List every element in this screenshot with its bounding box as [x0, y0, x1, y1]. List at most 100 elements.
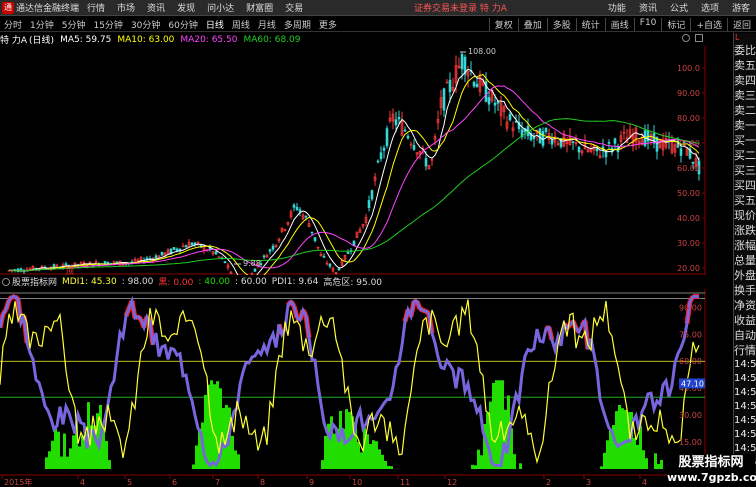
menu-function[interactable]: 功能: [608, 1, 626, 14]
menu-guest[interactable]: 游客: [732, 1, 750, 14]
period-60min[interactable]: 60分钟: [164, 18, 201, 31]
panel-row-2: 卖四: [734, 74, 756, 87]
tool-stats[interactable]: 统计: [575, 17, 605, 31]
ma20-value: MA20: 65.50: [180, 34, 238, 45]
period-intraday[interactable]: 分时: [0, 18, 26, 31]
green-fill-bar: [387, 465, 390, 469]
candle-body: [175, 248, 179, 251]
menu-ask[interactable]: 问小达: [207, 1, 234, 14]
candle-body: [472, 81, 476, 87]
danger-zone-value: 高危区: 95.00: [323, 278, 383, 288]
green-fill-bar: [495, 380, 498, 469]
menu-quotes[interactable]: 行情: [87, 1, 105, 14]
ma60-value: MA60: 68.09: [243, 34, 301, 45]
green-fill-bar: [384, 460, 387, 469]
green-fill-bar: [519, 463, 522, 469]
menu-news[interactable]: 资讯: [147, 1, 165, 14]
candle-body: [406, 135, 410, 139]
candle-body: [532, 136, 536, 139]
candle-body: [193, 242, 197, 245]
period-daily[interactable]: 日线: [202, 18, 228, 31]
indicator-settings-icon[interactable]: [2, 277, 10, 286]
green-fill-bar: [54, 427, 57, 469]
tick-time-3: 14:50: [734, 401, 756, 412]
panel-row-13: 涨幅: [734, 239, 756, 252]
candle-body: [367, 200, 371, 209]
login-notice[interactable]: 证券交易未登录 特 力A: [414, 1, 507, 14]
candle-body: [346, 251, 350, 254]
green-fill-bar: [369, 444, 372, 469]
green-fill-bar: [63, 433, 66, 469]
tool-multi-stock[interactable]: 多股: [546, 17, 576, 31]
green-fill-bar: [57, 431, 60, 469]
green-fill-bar: [234, 450, 237, 469]
panel-row-1: 卖五: [734, 59, 756, 72]
candle-body: [382, 147, 386, 151]
menu-discover[interactable]: 发现: [177, 1, 195, 14]
period-30min[interactable]: 30分钟: [127, 18, 164, 31]
green-fill-bar: [360, 452, 363, 469]
tool-adjust[interactable]: 复权: [488, 17, 518, 31]
tick-time-0: 14:50: [734, 359, 756, 370]
period-1min[interactable]: 1分钟: [26, 18, 58, 31]
period-multi[interactable]: 多周期: [280, 18, 315, 31]
menu-info[interactable]: 资讯: [639, 1, 657, 14]
date-tick: 2015年: [4, 477, 32, 487]
date-tick: 10: [352, 478, 362, 487]
date-tick: 5: [127, 478, 132, 487]
green-fill-bar: [333, 433, 336, 469]
candle-body: [64, 263, 68, 265]
tool-f10[interactable]: F10: [633, 17, 662, 31]
panel-row-8: 买三: [734, 164, 756, 177]
period-5min[interactable]: 5分钟: [58, 18, 90, 31]
tool-draw[interactable]: 画线: [604, 17, 634, 31]
green-fill-bar: [51, 440, 54, 469]
candlestick-chart[interactable]: 100.0 90.00 80.00 70.00 60.00 50.00 40.00 30.00…: [0, 46, 733, 275]
candle-body: [487, 97, 491, 105]
candle-body: [379, 152, 383, 160]
panel-row-0: 委比: [734, 44, 756, 57]
tool-mark[interactable]: 标记: [661, 17, 690, 31]
tool-overlay[interactable]: 叠加: [517, 17, 547, 31]
candle-body: [295, 206, 299, 210]
period-15min[interactable]: 15分钟: [89, 18, 126, 31]
candle-body: [160, 251, 164, 256]
green-fill-bar: [618, 404, 621, 469]
tick-time-1: 14:50: [734, 373, 756, 384]
indicator-tick: 60.00: [679, 357, 702, 366]
panel-row-14: 总量: [734, 254, 756, 267]
green-fill-bar: [657, 463, 660, 469]
green-fill-bar: [642, 450, 645, 469]
green-fill-bar: [654, 453, 657, 469]
period-monthly[interactable]: 月线: [254, 18, 280, 31]
high-price-label: 108.00: [468, 47, 496, 56]
green-fill-bar: [480, 455, 483, 469]
tool-back[interactable]: 返回: [726, 17, 756, 31]
candle-body: [397, 116, 401, 120]
period-more[interactable]: 更多: [315, 18, 341, 31]
green-fill-bar: [321, 460, 324, 469]
panel-row-9: 买四: [734, 179, 756, 192]
menu-formula[interactable]: 公式: [670, 1, 688, 14]
green-fill-bar: [621, 408, 624, 469]
candle-body: [313, 237, 317, 241]
period-weekly[interactable]: 周线: [228, 18, 254, 31]
candle-body: [370, 190, 374, 200]
settings-icon[interactable]: [682, 34, 690, 42]
menu-wealth[interactable]: 财富圈: [246, 1, 273, 14]
indicator-name[interactable]: 股票指标网: [12, 275, 57, 288]
indicator-chart[interactable]: 90.0075.0060.0045.0030.0015.0047.10 2015…: [0, 289, 733, 487]
menu-trade[interactable]: 交易: [285, 1, 303, 14]
green-fill-bar: [474, 465, 477, 469]
menu-options[interactable]: 选项: [701, 1, 719, 14]
app-logo-icon: 通: [2, 1, 14, 14]
order-book-panel: L 委比 卖五 卖四 卖三 卖二 卖一 买一 买二 买三 买四 买五 现价 涨跌 涨幅 总量 外盘 换手 净资 收益…: [733, 33, 756, 487]
date-tick: 4: [80, 478, 85, 487]
tick-time-5: 14:50: [734, 429, 756, 440]
candle-body: [172, 247, 176, 250]
maximize-icon[interactable]: [695, 34, 703, 42]
green-fill-bar: [324, 435, 327, 469]
chart-period: (日线): [29, 36, 55, 46]
menu-market[interactable]: 市场: [117, 1, 135, 14]
tool-add-watchlist[interactable]: +自选: [690, 17, 727, 31]
